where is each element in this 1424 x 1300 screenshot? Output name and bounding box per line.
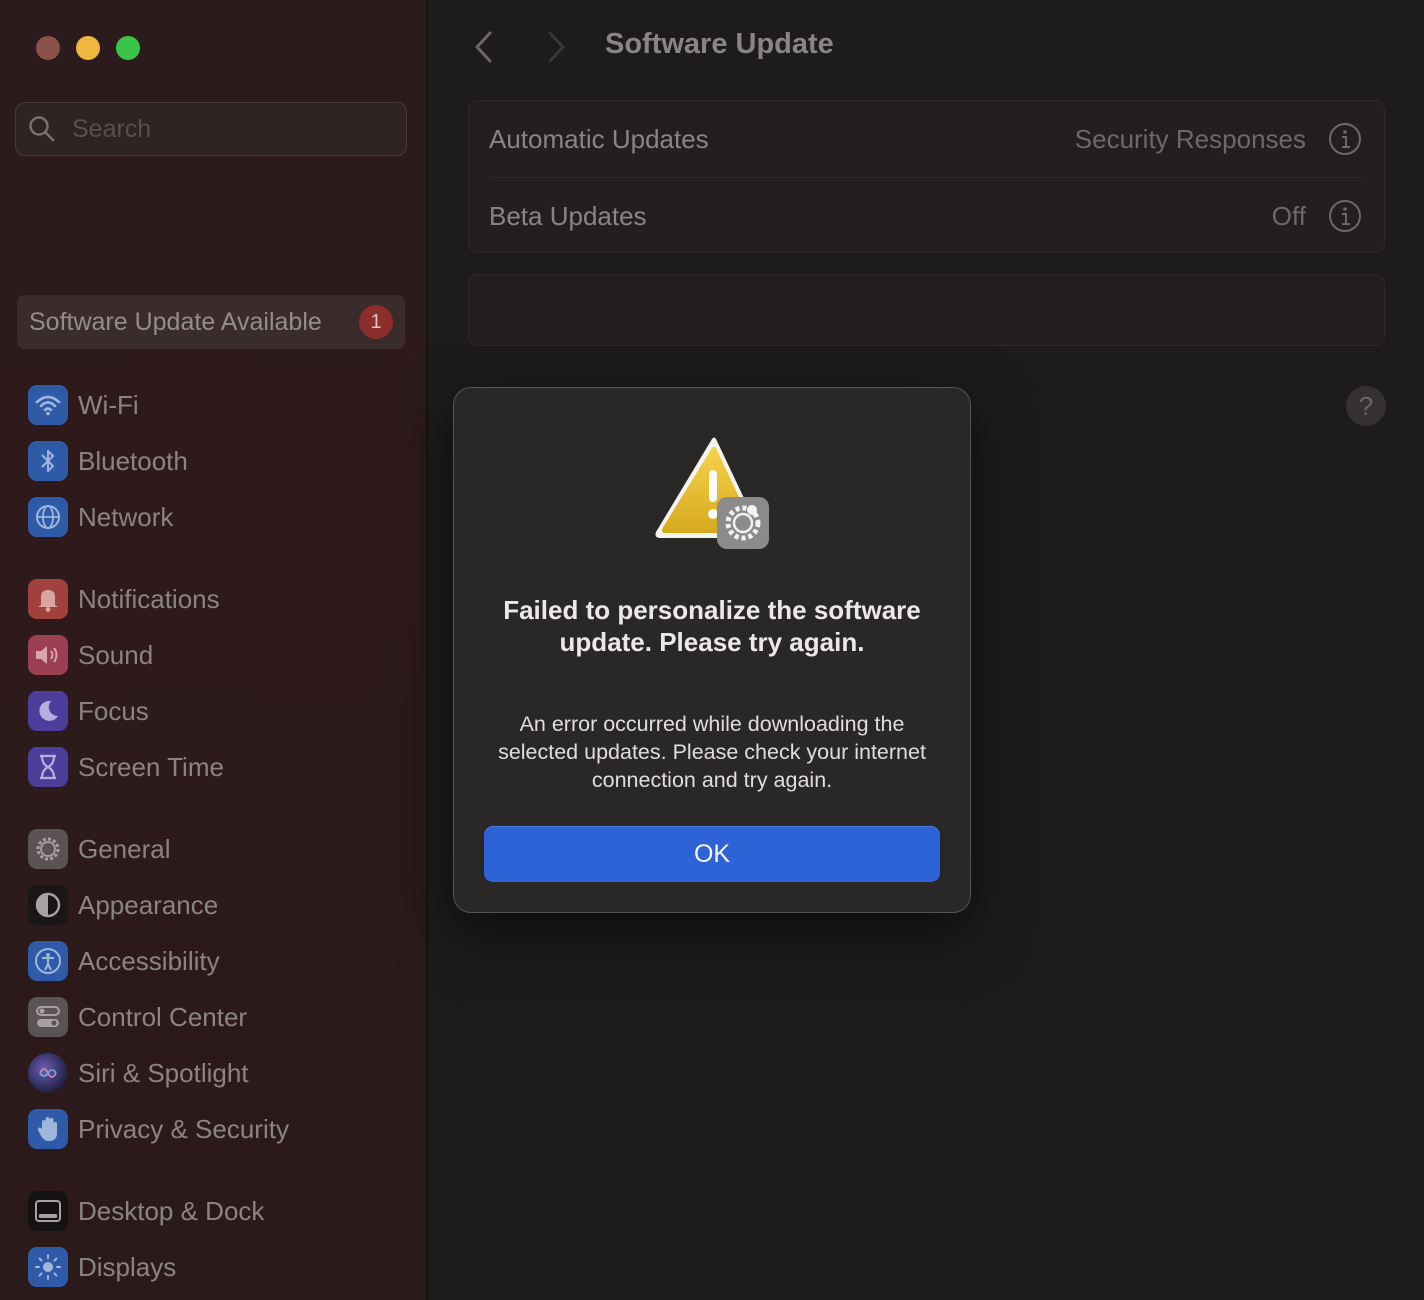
beta-updates-row[interactable]: Beta Updates Off [469, 178, 1384, 254]
sidebar-item-privacy-security[interactable]: Privacy & Security [28, 1107, 289, 1151]
info-icon[interactable] [1328, 122, 1362, 156]
beta-updates-value: Off [1271, 200, 1306, 231]
sidebar-item-accessibility[interactable]: Accessibility [28, 939, 220, 983]
appearance-icon [28, 885, 68, 925]
sidebar-item-label: Displays [78, 1251, 177, 1282]
page-title: Software Update [605, 28, 834, 60]
sidebar-item-desktop-dock[interactable]: Desktop & Dock [28, 1189, 264, 1233]
automatic-updates-value: Security Responses [1074, 123, 1306, 154]
sidebar-item-appearance[interactable]: Appearance [28, 883, 218, 927]
gear-icon [28, 829, 68, 869]
toggles-icon [28, 997, 68, 1037]
sidebar-item-general[interactable]: General [28, 827, 171, 871]
sidebar-item-network[interactable]: Network [28, 495, 173, 539]
update-banner-label: Software Update Available [29, 307, 322, 336]
sidebar-item-label: Control Center [78, 1001, 248, 1032]
sidebar-item-label: Notifications [78, 583, 220, 614]
dialog-message: An error occurred while downloading the … [498, 712, 926, 792]
sidebar-item-label: Network [78, 501, 174, 532]
sidebar-item-displays[interactable]: Displays [28, 1245, 176, 1289]
automatic-updates-label: Automatic Updates [489, 123, 709, 154]
dock-icon [28, 1191, 68, 1231]
chevron-left-icon [475, 31, 492, 63]
sidebar-item-sound[interactable]: Sound [28, 633, 153, 677]
sidebar-item-label: Desktop & Dock [78, 1195, 265, 1226]
info-icon[interactable] [1328, 199, 1362, 233]
chevron-right-icon [548, 31, 565, 63]
siri-icon [28, 1053, 68, 1093]
sidebar-item-label: Sound [78, 639, 154, 670]
sidebar: Software Update Available 1 Wi-Fi Blueto… [0, 0, 428, 1300]
sidebar-item-label: Screen Time [78, 751, 224, 782]
sun-icon [28, 1247, 68, 1287]
sidebar-item-bluetooth[interactable]: Bluetooth [28, 439, 188, 483]
beta-updates-label: Beta Updates [489, 200, 647, 231]
sidebar-item-screen-time[interactable]: Screen Time [28, 745, 224, 789]
sidebar-item-label: Focus [78, 695, 149, 726]
sidebar-item-wifi[interactable]: Wi-Fi [28, 383, 139, 427]
sidebar-item-control-center[interactable]: Control Center [28, 995, 247, 1039]
search-input[interactable] [70, 113, 374, 145]
zoom-window-button[interactable] [116, 36, 140, 60]
error-alert-dialog: Failed to personalize the software updat… [453, 387, 971, 913]
help-button[interactable]: ? [1346, 386, 1386, 426]
software-update-available-item[interactable]: Software Update Available 1 [17, 295, 405, 349]
hand-icon [28, 1109, 68, 1149]
minimize-window-button[interactable] [76, 36, 100, 60]
sidebar-item-label: Siri & Spotlight [78, 1057, 249, 1088]
bell-icon [28, 579, 68, 619]
speaker-icon [28, 635, 68, 675]
sidebar-item-siri-spotlight[interactable]: Siri & Spotlight [28, 1051, 249, 1095]
moon-icon [28, 691, 68, 731]
update-settings-panel: Automatic Updates Security Responses Bet… [468, 100, 1385, 253]
back-button[interactable] [472, 30, 496, 69]
update-status-panel [468, 274, 1385, 346]
close-window-button[interactable] [36, 36, 60, 60]
sidebar-item-label: Bluetooth [78, 445, 188, 476]
accessibility-icon [28, 941, 68, 981]
wifi-icon [28, 385, 68, 425]
sidebar-item-label: Privacy & Security [78, 1113, 289, 1144]
sidebar-item-label: Accessibility [78, 945, 220, 976]
sidebar-item-focus[interactable]: Focus [28, 689, 149, 733]
automatic-updates-row[interactable]: Automatic Updates Security Responses [469, 101, 1384, 177]
sidebar-item-notifications[interactable]: Notifications [28, 577, 220, 621]
ok-button[interactable]: OK [484, 826, 940, 882]
forward-button[interactable] [544, 30, 568, 69]
search-field[interactable] [15, 102, 407, 156]
globe-icon [28, 497, 68, 537]
dialog-title: Failed to personalize the software updat… [503, 595, 921, 657]
sidebar-item-label: General [78, 833, 171, 864]
bluetooth-icon [28, 441, 68, 481]
search-icon [29, 116, 55, 142]
update-count-badge: 1 [359, 305, 393, 339]
hourglass-icon [28, 747, 68, 787]
sidebar-item-label: Appearance [78, 889, 219, 920]
warning-gear-icon [655, 437, 769, 549]
sidebar-item-label: Wi-Fi [78, 389, 139, 420]
